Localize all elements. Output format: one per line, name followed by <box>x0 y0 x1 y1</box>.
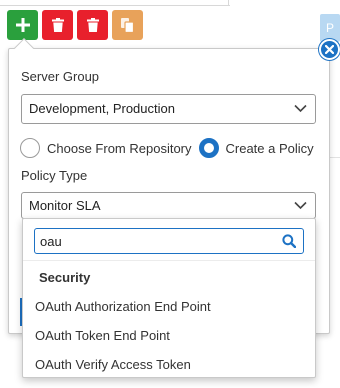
policy-type-dropdown: Security OAuth Authorization End Point O… <box>22 218 316 378</box>
option-oauth-token-end-point[interactable]: OAuth Token End Point <box>35 328 170 343</box>
chevron-down-icon <box>294 201 307 210</box>
search-icon[interactable] <box>282 234 296 248</box>
radio-create-a-policy[interactable] <box>198 138 219 158</box>
policy-source-radio-group: Choose From Repository Create a Policy <box>20 137 321 159</box>
chevron-down-icon <box>294 104 307 113</box>
server-group-value: Development, Production <box>29 101 175 116</box>
trash-icon <box>51 18 64 32</box>
option-oauth-authorization-end-point[interactable]: OAuth Authorization End Point <box>35 299 211 314</box>
plus-icon <box>15 18 30 32</box>
policy-type-label: Policy Type <box>21 168 88 183</box>
dropdown-divider <box>23 260 315 261</box>
option-group-security: Security <box>39 270 91 285</box>
option-oauth-verify-access-token[interactable]: OAuth Verify Access Token <box>35 357 191 372</box>
background-button[interactable]: P <box>320 14 340 42</box>
background-divider <box>0 0 230 6</box>
policy-type-value: Monitor SLA <box>29 198 101 213</box>
radio-create-a-policy-label[interactable]: Create a Policy <box>226 141 314 156</box>
add-button[interactable] <box>7 10 38 40</box>
close-popover-button[interactable] <box>319 39 340 60</box>
delete-all-button[interactable] <box>77 10 108 40</box>
delete-button[interactable] <box>42 10 73 40</box>
close-icon <box>325 45 334 54</box>
copy-icon <box>121 17 134 33</box>
policy-type-search-box[interactable] <box>34 228 304 254</box>
server-group-select[interactable]: Development, Production <box>21 94 316 124</box>
server-group-label: Server Group <box>21 69 100 84</box>
copy-button[interactable] <box>112 10 143 40</box>
trash-icon <box>86 18 99 32</box>
radio-choose-from-repository-label[interactable]: Choose From Repository <box>47 141 192 156</box>
toolbar <box>7 10 143 40</box>
radio-choose-from-repository[interactable] <box>20 138 40 158</box>
background-divider <box>330 157 340 158</box>
background-button-label: P <box>326 21 335 35</box>
policy-type-select[interactable]: Monitor SLA <box>21 192 316 219</box>
policy-type-search-input[interactable] <box>40 232 270 250</box>
